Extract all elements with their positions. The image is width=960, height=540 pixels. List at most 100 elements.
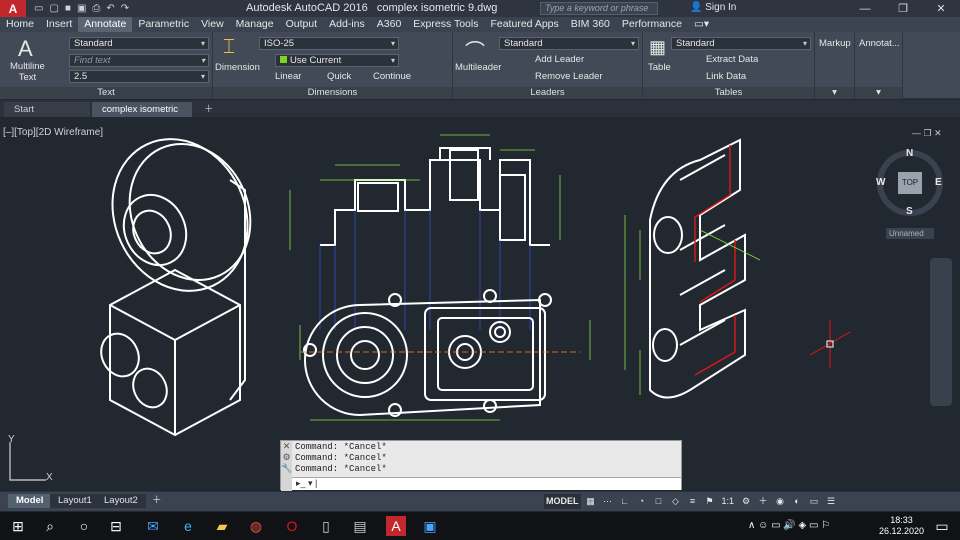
clean-screen-icon[interactable]: ▭ xyxy=(807,494,821,509)
drawing-area[interactable]: [–][Top][2D Wireframe] Y X TOP N S E W U… xyxy=(0,120,960,490)
menu-tab-home[interactable]: Home xyxy=(0,17,40,32)
multileader-icon[interactable]: ⌒ xyxy=(465,35,485,64)
text-height-dropdown[interactable]: 2.5 xyxy=(69,70,209,83)
tab-start[interactable]: Start xyxy=(4,102,90,117)
text-style-dropdown[interactable]: Standard xyxy=(69,37,209,50)
menu-tab-express-tools[interactable]: Express Tools xyxy=(407,17,484,32)
print-icon[interactable]: ⎙ xyxy=(92,3,100,14)
annotation-scale-button[interactable]: 1:1 xyxy=(720,494,737,509)
edge-icon[interactable]: e xyxy=(178,516,198,536)
continue-button[interactable]: Continue xyxy=(373,71,411,82)
linear-button[interactable]: Linear xyxy=(275,71,301,82)
link-data-button[interactable]: Link Data xyxy=(706,71,746,82)
extract-data-button[interactable]: Extract Data xyxy=(706,54,758,65)
dim-style-dropdown[interactable]: ISO-25 xyxy=(259,37,399,50)
tab-layout2[interactable]: Layout2 xyxy=(96,494,146,508)
menu-tab-output[interactable]: Output xyxy=(280,17,324,32)
text-panel-title[interactable]: Text xyxy=(0,87,212,99)
redo-icon[interactable]: ↷ xyxy=(121,3,129,14)
sign-in-button[interactable]: 👤 Sign In xyxy=(690,2,736,13)
annotation-expand-icon[interactable]: ▾ xyxy=(855,87,902,99)
undo-icon[interactable]: ↶ xyxy=(106,3,114,14)
lineweight-icon[interactable]: ≡ xyxy=(686,494,700,509)
model-space-button[interactable]: MODEL xyxy=(544,494,581,509)
polar-icon[interactable]: ◔ xyxy=(635,494,649,509)
minimize-icon[interactable]: — xyxy=(846,0,884,17)
maximize-icon[interactable]: ❐ xyxy=(884,0,922,17)
hardware-accel-icon[interactable]: ◉ xyxy=(773,494,787,509)
snap-icon[interactable]: ⋯ xyxy=(601,494,615,509)
menu-tab-featured-apps[interactable]: Featured Apps xyxy=(484,17,564,32)
remove-leader-button[interactable]: Remove Leader xyxy=(535,71,603,82)
tab-drawing[interactable]: complex isometric 9* xyxy=(92,102,192,130)
table-style-dropdown[interactable]: Standard xyxy=(671,37,811,50)
open-file-icon[interactable]: ▢ xyxy=(49,3,58,14)
save-as-icon[interactable]: ▣ xyxy=(77,3,86,14)
tables-panel-title[interactable]: Tables xyxy=(643,87,814,99)
leaders-panel-title[interactable]: Leaders xyxy=(453,87,642,99)
grid-icon[interactable]: ▦ xyxy=(584,494,598,509)
notifications-icon[interactable]: ▭ xyxy=(932,516,952,536)
search-input[interactable]: Type a keyword or phrase xyxy=(540,2,658,15)
command-input[interactable]: ▸_ ▾ | xyxy=(292,477,681,490)
file-explorer-icon[interactable]: ▰ xyxy=(212,516,232,536)
isolate-icon[interactable]: ◐ xyxy=(790,494,804,509)
windows-start-icon[interactable]: ⊞ xyxy=(8,516,28,536)
ortho-icon[interactable]: ∟ xyxy=(618,494,632,509)
table-button[interactable]: Table xyxy=(648,62,671,73)
chrome-icon[interactable]: ◍ xyxy=(246,516,266,536)
leader-style-dropdown[interactable]: Standard xyxy=(499,37,639,50)
clock[interactable]: 18:33 26.12.2020 xyxy=(879,515,924,537)
viewcube-face[interactable]: TOP xyxy=(898,172,922,194)
osnap-icon[interactable]: □ xyxy=(652,494,666,509)
compass-west[interactable]: W xyxy=(876,177,885,188)
workspace-switch-icon[interactable]: ▭▾ xyxy=(688,17,715,32)
ucs-menu[interactable]: Unnamed xyxy=(886,228,934,239)
add-layout-icon[interactable]: ＋ xyxy=(144,494,170,508)
compass-north[interactable]: N xyxy=(906,148,913,159)
dimensions-panel-title[interactable]: Dimensions xyxy=(213,87,452,99)
timeline-icon[interactable]: ⊟ xyxy=(106,516,126,536)
viewport-controls[interactable]: — ❐ ✕ xyxy=(912,128,942,139)
autocad-taskbar-icon[interactable]: A xyxy=(386,516,406,536)
menu-tab-view[interactable]: View xyxy=(195,17,230,32)
autocad-logo-icon[interactable]: A xyxy=(0,0,26,17)
isodraft-icon[interactable]: ◇ xyxy=(669,494,683,509)
annotation-panel-title[interactable]: Annotat... xyxy=(859,38,900,49)
find-text-input[interactable]: Find text xyxy=(69,54,209,67)
new-tab-icon[interactable]: ＋ xyxy=(194,102,224,117)
markup-panel-title[interactable]: Markup xyxy=(819,38,851,49)
command-line-close-icon[interactable]: ✕ ⚙ 🔧 xyxy=(281,441,292,491)
menu-tab-manage[interactable]: Manage xyxy=(230,17,280,32)
menu-tab-add-ins[interactable]: Add-ins xyxy=(323,17,371,32)
multiline-text-button[interactable]: Multiline Text xyxy=(10,61,45,83)
navigation-bar[interactable] xyxy=(930,258,952,406)
menu-tab-bim-360[interactable]: BIM 360 xyxy=(565,17,616,32)
task-view-icon[interactable]: ○ xyxy=(74,516,94,536)
compass-east[interactable]: E xyxy=(935,177,942,188)
menu-tab-a360[interactable]: A360 xyxy=(371,17,408,32)
dimension-button[interactable]: Dimension xyxy=(215,62,260,73)
calculator-icon[interactable]: ▤ xyxy=(350,516,370,536)
usb-app-icon[interactable]: ▯ xyxy=(316,516,336,536)
save-icon[interactable]: ■ xyxy=(65,3,71,14)
customize-icon[interactable]: ☰ xyxy=(824,494,838,509)
multiline-text-icon[interactable]: A xyxy=(18,36,33,62)
menu-tab-performance[interactable]: Performance xyxy=(616,17,688,32)
system-tray[interactable]: ∧ ☺ ▭ 🔊 ◈ ▭ ⚐ xyxy=(748,520,830,531)
multileader-button[interactable]: Multileader xyxy=(455,62,501,73)
plus-icon[interactable]: ＋ xyxy=(756,494,770,509)
menu-tab-insert[interactable]: Insert xyxy=(40,17,78,32)
tab-model[interactable]: Model xyxy=(8,494,52,508)
table-icon[interactable]: ▦ xyxy=(649,37,666,58)
photos-icon[interactable]: ▣ xyxy=(420,516,440,536)
add-leader-button[interactable]: Add Leader xyxy=(535,54,584,65)
new-file-icon[interactable]: ▭ xyxy=(34,3,43,14)
workspace-gear-icon[interactable]: ⚙ xyxy=(739,494,753,509)
dimension-icon[interactable]: ⌶ xyxy=(223,36,235,59)
tab-layout1[interactable]: Layout1 xyxy=(50,494,100,508)
dim-layer-dropdown[interactable]: Use Current xyxy=(275,54,399,67)
markup-expand-icon[interactable]: ▾ xyxy=(815,87,854,99)
annotation-visibility-icon[interactable]: ⚑ xyxy=(703,494,717,509)
menu-tab-annotate[interactable]: Annotate xyxy=(78,17,133,32)
